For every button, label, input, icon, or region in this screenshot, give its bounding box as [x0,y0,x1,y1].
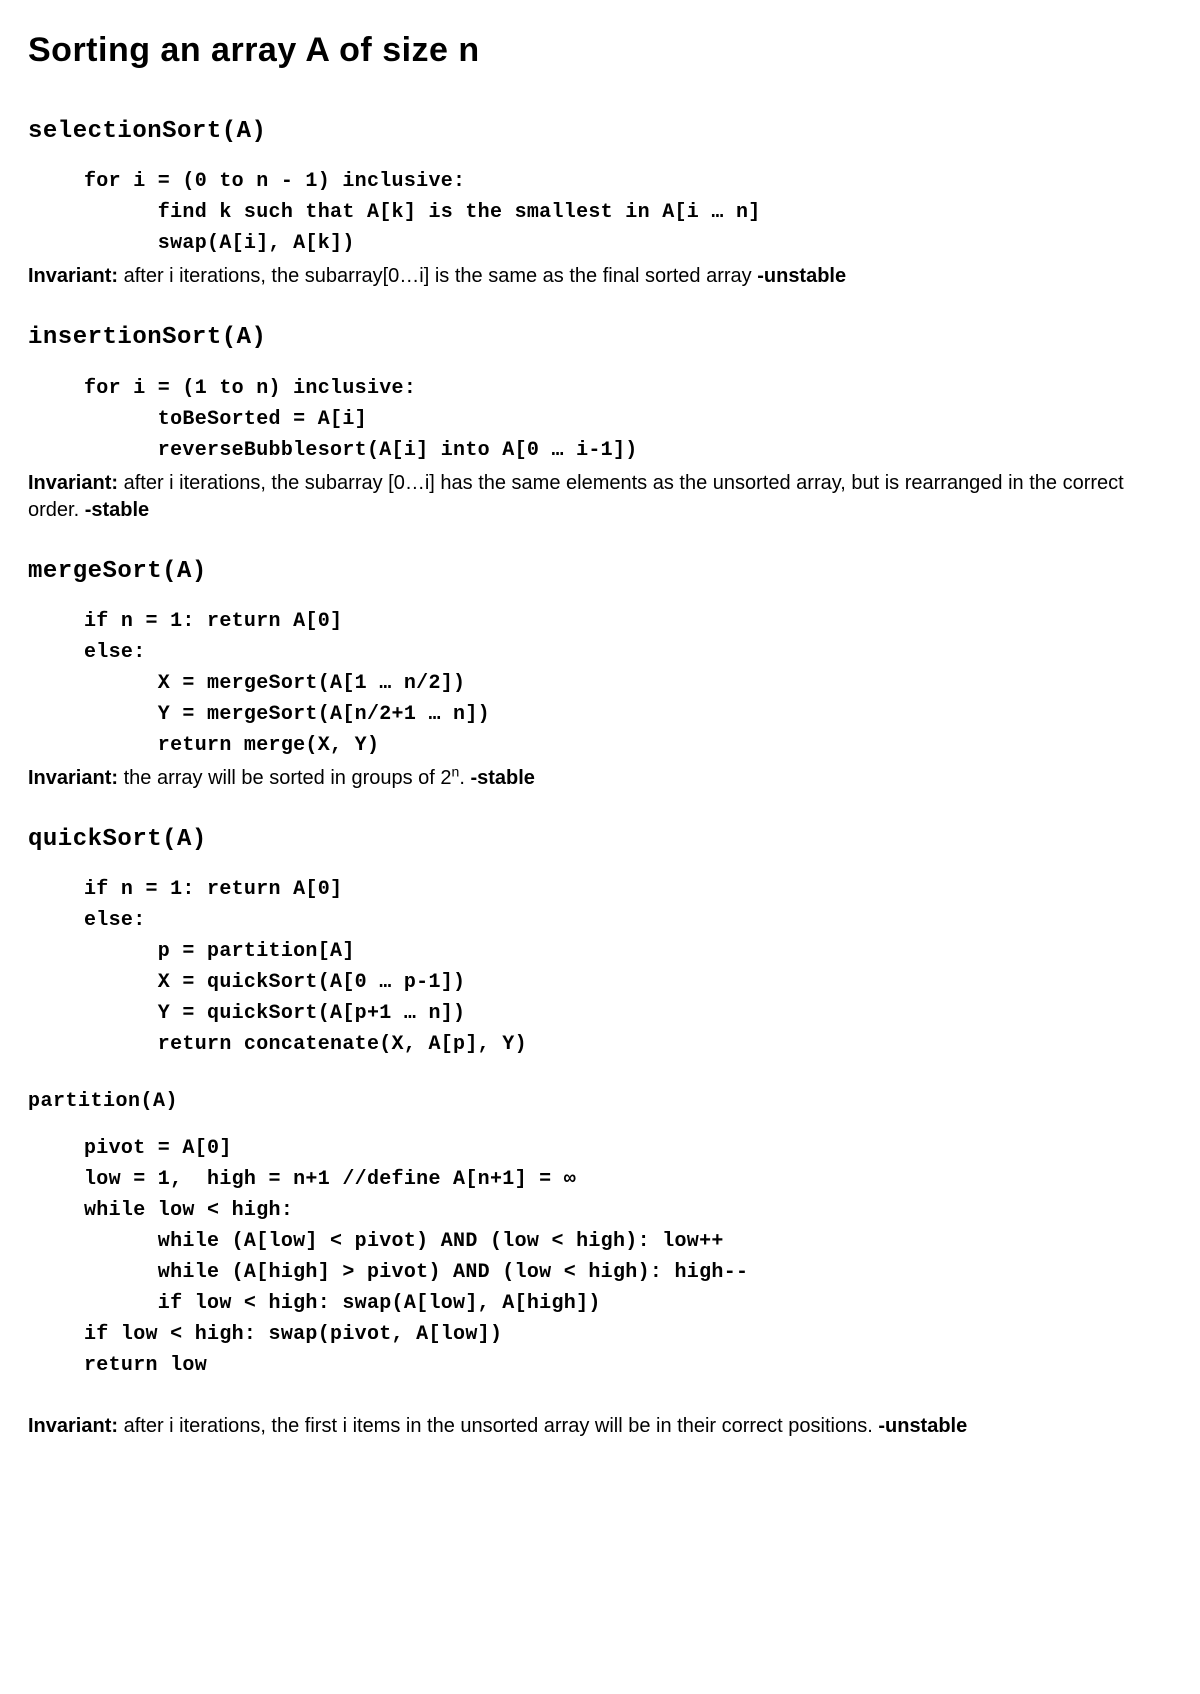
heading-selection-sort: selectionSort(A) [28,116,1172,148]
invariant-label: Invariant: [28,472,118,494]
code-partition: pivot = A[0] low = 1, high = n+1 //defin… [84,1133,1172,1381]
heading-quick-sort: quickSort(A) [28,824,1172,856]
invariant-label: Invariant: [28,767,118,789]
invariant-selection-sort: Invariant: after i iterations, the subar… [28,263,1172,290]
invariant-text: after i iterations, the first i items in… [118,1415,878,1437]
heading-partition: partition(A) [28,1088,1172,1115]
invariant-insertion-sort: Invariant: after i iterations, the subar… [28,470,1172,524]
invariant-merge-sort: Invariant: the array will be sorted in g… [28,765,1172,792]
invariant-text: after i iterations, the subarray [0…i] h… [28,472,1124,521]
heading-merge-sort: mergeSort(A) [28,556,1172,588]
spacer [28,1385,1172,1391]
code-selection-sort: for i = (0 to n - 1) inclusive: find k s… [84,166,1172,259]
invariant-text: after i iterations, the subarray[0…i] is… [118,265,757,287]
section-selection-sort: selectionSort(A) for i = (0 to n - 1) in… [28,116,1172,290]
stability-tag: -unstable [878,1415,967,1437]
stability-tag: -stable [470,767,534,789]
section-quick-sort: quickSort(A) if n = 1: return A[0] else:… [28,824,1172,1440]
code-merge-sort: if n = 1: return A[0] else: X = mergeSor… [84,606,1172,761]
section-merge-sort: mergeSort(A) if n = 1: return A[0] else:… [28,556,1172,792]
page-title: Sorting an array A of size n [28,28,1172,74]
invariant-label: Invariant: [28,1415,118,1437]
invariant-text-pre: the array will be sorted in groups of 2 [118,767,452,789]
heading-insertion-sort: insertionSort(A) [28,322,1172,354]
code-quick-sort: if n = 1: return A[0] else: p = partitio… [84,874,1172,1060]
invariant-quick-sort: Invariant: after i iterations, the first… [28,1413,1172,1440]
invariant-label: Invariant: [28,265,118,287]
stability-tag: -stable [85,499,149,521]
section-insertion-sort: insertionSort(A) for i = (1 to n) inclus… [28,322,1172,523]
stability-tag: -unstable [757,265,846,287]
code-insertion-sort: for i = (1 to n) inclusive: toBeSorted =… [84,373,1172,466]
invariant-text-post: . [459,767,470,789]
